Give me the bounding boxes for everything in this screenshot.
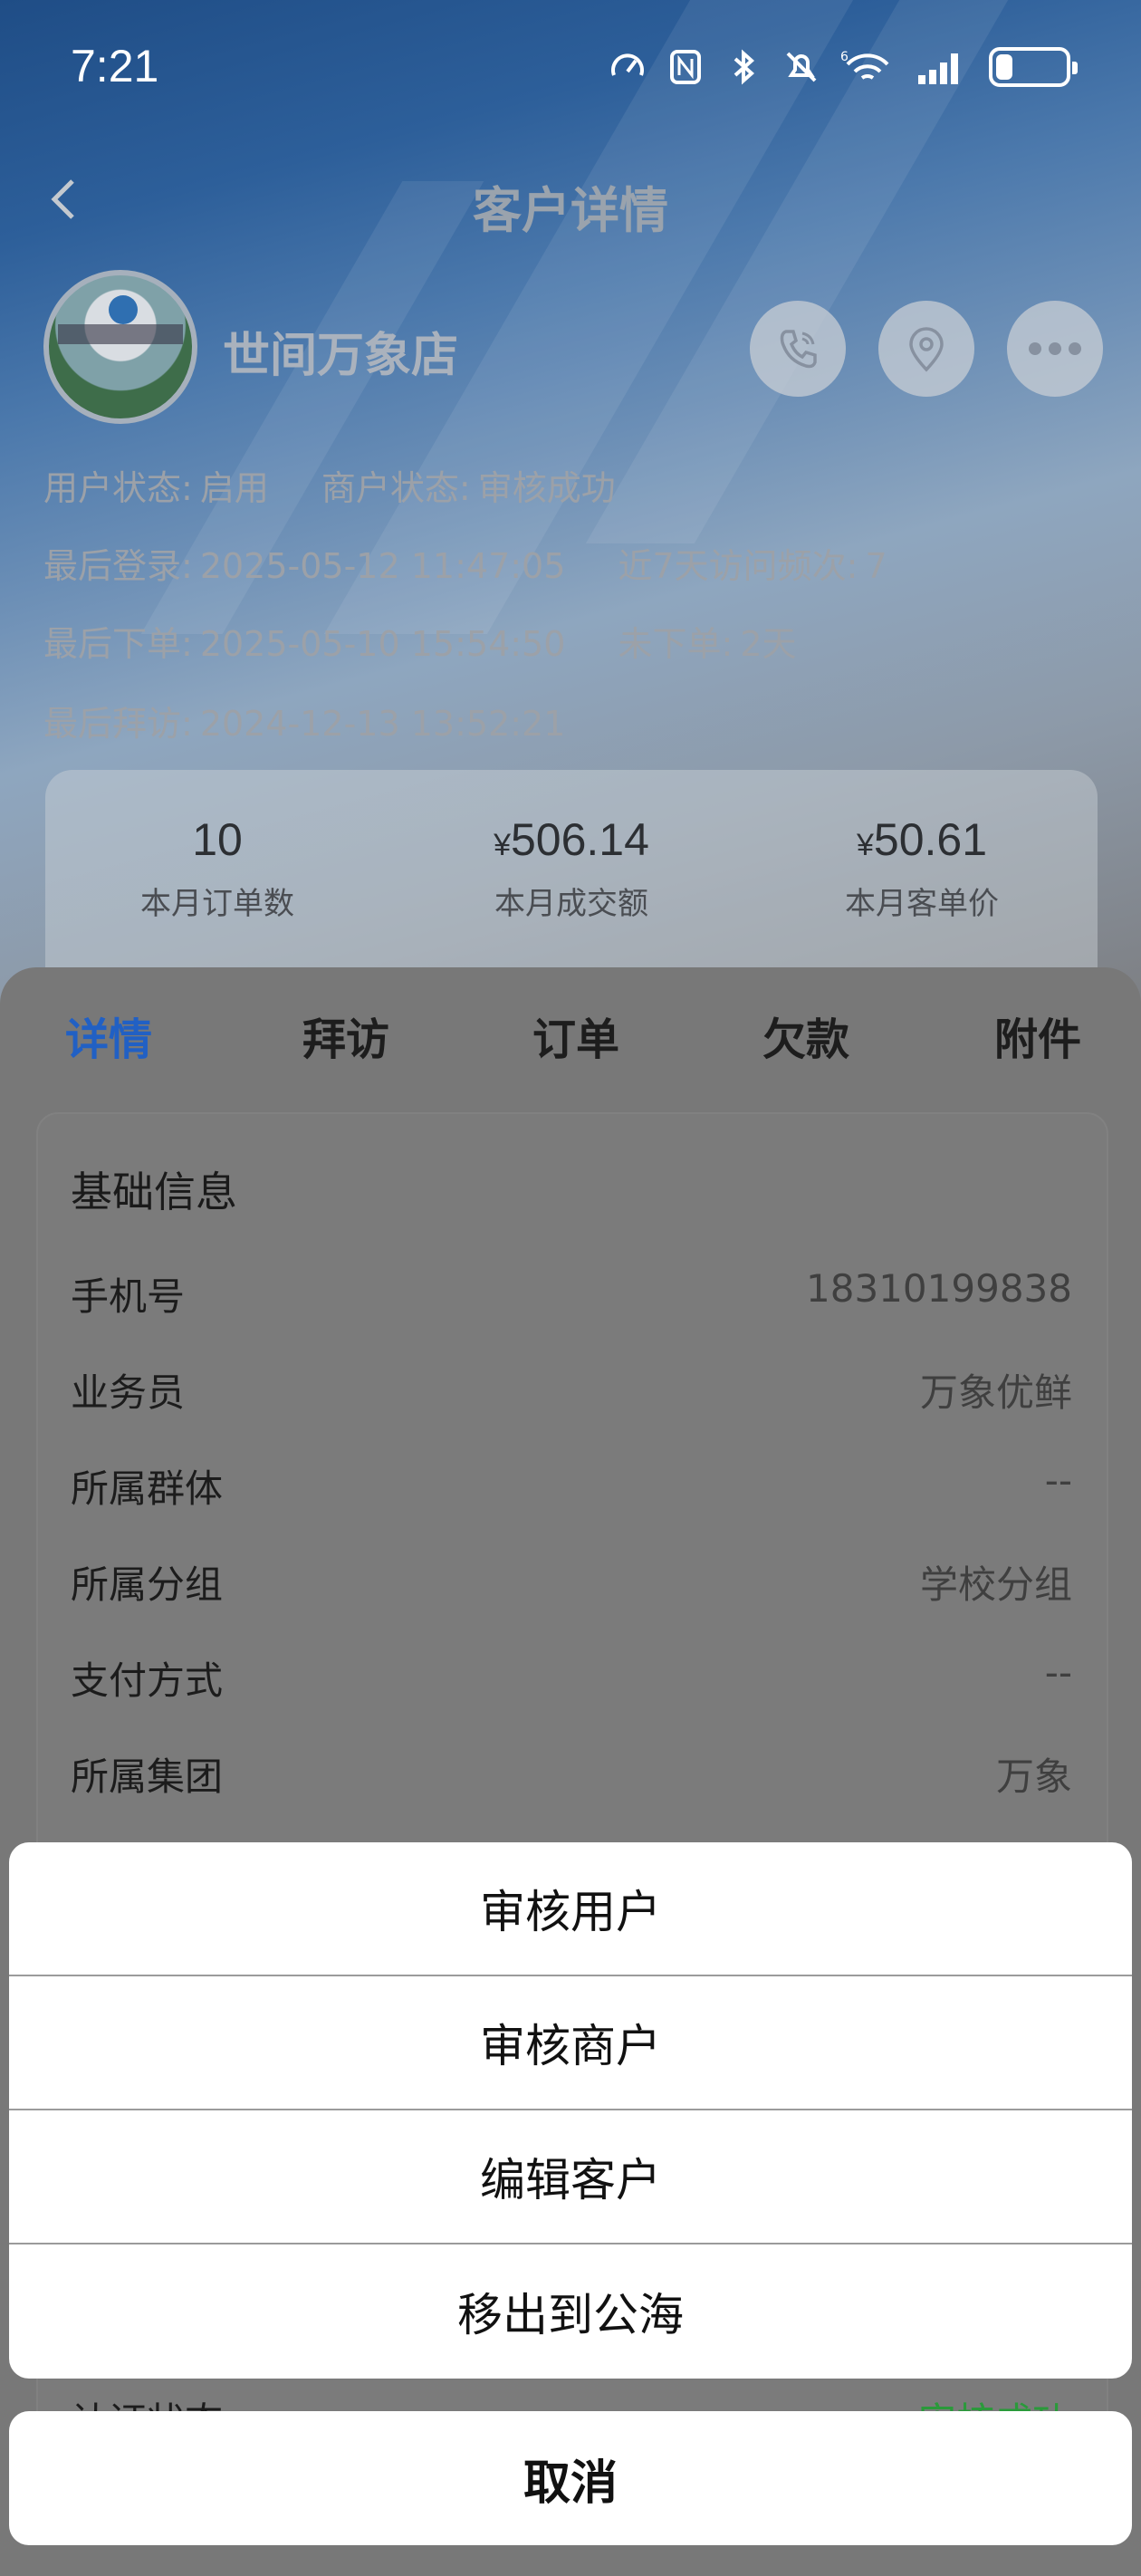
- move-to-public-pool-option[interactable]: 移出到公海: [9, 2244, 1132, 2379]
- stat-label: 本月客单价: [845, 886, 999, 922]
- stat-value: 506.14: [510, 814, 649, 865]
- more-dots-icon: [1029, 342, 1081, 355]
- status-line: 用户状态: 启用 商户状态: 审核成功: [43, 460, 616, 510]
- stat-label: 本月成交额: [494, 886, 648, 922]
- tab-bar: 详情 拜访 订单 欠款 附件: [0, 1004, 1141, 1094]
- signal-icon: [915, 48, 969, 86]
- last-login-value: 2025-05-12 11:47:05: [199, 546, 566, 586]
- tab-debts[interactable]: 欠款: [762, 1004, 849, 1067]
- no-order-label: 未下单:: [618, 624, 734, 664]
- row-key: 所属群体: [71, 1466, 224, 1511]
- last-visit-label: 最后拜访:: [43, 704, 193, 744]
- stat-revenue: ¥506.14 本月成交额: [399, 813, 743, 923]
- tab-details[interactable]: 详情: [65, 1004, 152, 1067]
- speed-icon: [609, 48, 647, 86]
- merchant-status-value: 审核成功: [477, 468, 616, 508]
- visit-frequency-label: 近7天访问频次:: [618, 546, 858, 586]
- info-row-group: 所属群体 --: [71, 1458, 1072, 1513]
- row-value[interactable]: 18310199838: [806, 1266, 1072, 1311]
- visit-frequency-value: 7: [865, 546, 887, 586]
- info-row-payment: 支付方式 --: [71, 1650, 1072, 1705]
- order-line: 最后下单: 2025-05-10 15:54:50 未下单: 2天: [43, 616, 797, 666]
- status-bar: 7:21 6: [0, 0, 1141, 136]
- last-order-label: 最后下单:: [43, 624, 193, 664]
- tab-orders[interactable]: 订单: [532, 1004, 619, 1067]
- row-key: 所属集团: [71, 1754, 224, 1799]
- monthly-stats-card: 10 本月订单数 ¥506.14 本月成交额 ¥50.61 本月客单价: [45, 770, 1098, 996]
- info-row-corporation: 所属集团 万象: [71, 1746, 1072, 1801]
- stat-average-order: ¥50.61 本月客单价: [750, 813, 1094, 923]
- review-user-option[interactable]: 审核用户: [9, 1842, 1132, 1976]
- row-key: 业务员: [71, 1370, 186, 1415]
- status-icons: 6: [609, 47, 1078, 87]
- user-status-value: 启用: [199, 468, 269, 508]
- stat-currency: ¥: [494, 828, 511, 862]
- stat-value: 10: [192, 814, 243, 865]
- tab-attachments[interactable]: 附件: [994, 1004, 1081, 1067]
- row-value: --: [1044, 1650, 1072, 1695]
- status-time: 7:21: [71, 41, 159, 91]
- store-name: 世间万象店: [223, 329, 459, 383]
- row-value: 学校分组: [919, 1562, 1072, 1607]
- phone-icon: [780, 330, 817, 369]
- battery-icon: [989, 47, 1078, 87]
- row-key: 手机号: [71, 1274, 186, 1319]
- stat-currency: ¥: [856, 828, 874, 862]
- tab-visits[interactable]: 拜访: [302, 1004, 389, 1067]
- nfc-icon: [666, 48, 705, 86]
- stat-value: 50.61: [873, 814, 988, 865]
- visit-line: 最后拜访: 2024-12-13 13:52:21: [43, 696, 565, 745]
- mute-bell-icon: [782, 48, 820, 86]
- last-visit-value: 2024-12-13 13:52:21: [199, 704, 566, 744]
- row-value: 万象优鲜: [919, 1370, 1072, 1415]
- location-pin-icon: [909, 327, 944, 372]
- action-sheet: 审核用户 审核商户 编辑客户 移出到公海: [9, 1842, 1132, 2379]
- row-value: 万象: [995, 1754, 1072, 1799]
- bluetooth-icon: [724, 48, 762, 86]
- page-title: 客户详情: [473, 182, 668, 239]
- stat-order-count: 10 本月订单数: [45, 813, 389, 923]
- wifi-icon: 6: [840, 48, 895, 86]
- row-value: --: [1044, 1458, 1072, 1503]
- nav-bar: 客户详情: [0, 154, 1141, 245]
- edit-customer-option[interactable]: 编辑客户: [9, 2110, 1132, 2244]
- merchant-status-label: 商户状态:: [321, 468, 471, 508]
- more-button[interactable]: [1007, 301, 1103, 397]
- no-order-value: 2天: [740, 624, 797, 664]
- login-line: 最后登录: 2025-05-12 11:47:05 近7天访问频次: 7: [43, 538, 887, 588]
- last-order-value: 2025-05-10 15:54:50: [199, 624, 566, 664]
- row-key: 支付方式: [71, 1658, 224, 1703]
- call-button[interactable]: [750, 301, 846, 397]
- info-row-phone: 手机号 18310199838: [71, 1266, 1072, 1321]
- store-sign: [58, 324, 183, 344]
- user-status-label: 用户状态:: [43, 468, 193, 508]
- info-row-salesperson: 业务员 万象优鲜: [71, 1362, 1072, 1417]
- location-button[interactable]: [878, 301, 974, 397]
- store-logo-icon: [109, 295, 138, 324]
- store-avatar: [43, 270, 197, 424]
- review-merchant-option[interactable]: 审核商户: [9, 1976, 1132, 2110]
- cancel-button[interactable]: 取消: [9, 2411, 1132, 2545]
- stat-label: 本月订单数: [140, 886, 294, 922]
- info-row-category: 所属分组 学校分组: [71, 1554, 1072, 1609]
- row-key: 所属分组: [71, 1562, 224, 1607]
- last-login-label: 最后登录:: [43, 546, 193, 586]
- basic-info-title: 基础信息: [71, 1168, 237, 1216]
